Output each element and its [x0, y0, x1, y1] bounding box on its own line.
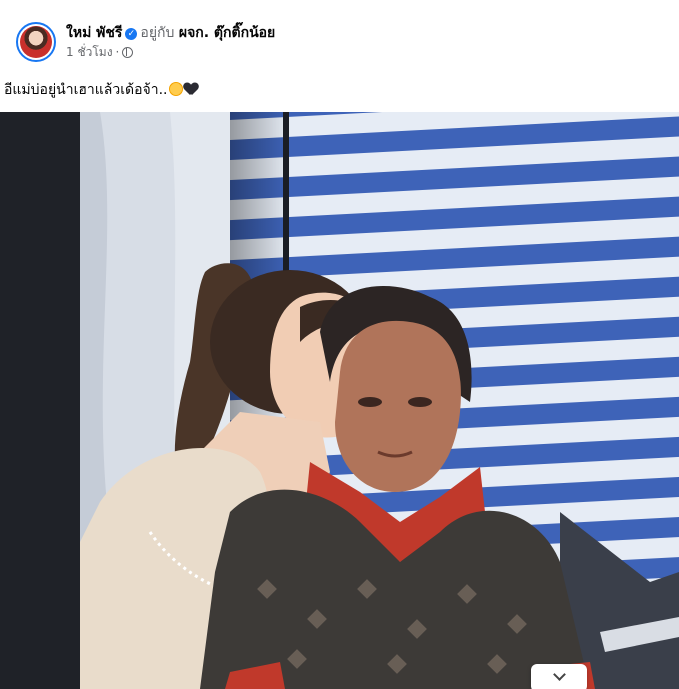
post-time[interactable]: 1 ชั่วโมง: [66, 44, 113, 60]
caption-text: อีแม่บ่อยู่นำเฮาแล้วเด้อจ้า..: [4, 82, 168, 98]
black-heart-icon: [184, 82, 198, 96]
avatar-image: [20, 26, 52, 58]
title-line: ใหม่ พัชรี ✓ อยู่กับ ผจก. ตุ๊กติ๊กน้อย: [66, 24, 275, 42]
location-name[interactable]: ผจก. ตุ๊กติ๊กน้อย: [179, 25, 275, 41]
globe-icon[interactable]: [122, 46, 134, 58]
post-meta: ใหม่ พัชรี ✓ อยู่กับ ผจก. ตุ๊กติ๊กน้อย 1 ช…: [66, 24, 275, 60]
post-subline: 1 ชั่วโมง ·: [66, 44, 275, 60]
author-avatar[interactable]: [16, 22, 56, 62]
post-header: ใหม่ พัชรี ✓ อยู่กับ ผจก. ตุ๊กติ๊กน้อย 1 ช…: [16, 20, 275, 64]
chevron-down-icon: [552, 668, 566, 681]
with-text: อยู่กับ: [140, 25, 175, 41]
verified-badge-icon: ✓: [125, 28, 138, 40]
author-name[interactable]: ใหม่ พัชรี: [66, 25, 122, 41]
photo-illustration: [0, 112, 679, 689]
post-photo[interactable]: [0, 112, 679, 689]
post-caption: อีแม่บ่อยู่นำเฮาแล้วเด้อจ้า..: [4, 80, 198, 100]
show-more-button[interactable]: [531, 664, 587, 689]
crying-face-icon: [168, 82, 183, 96]
meta-separator: ·: [115, 45, 120, 59]
